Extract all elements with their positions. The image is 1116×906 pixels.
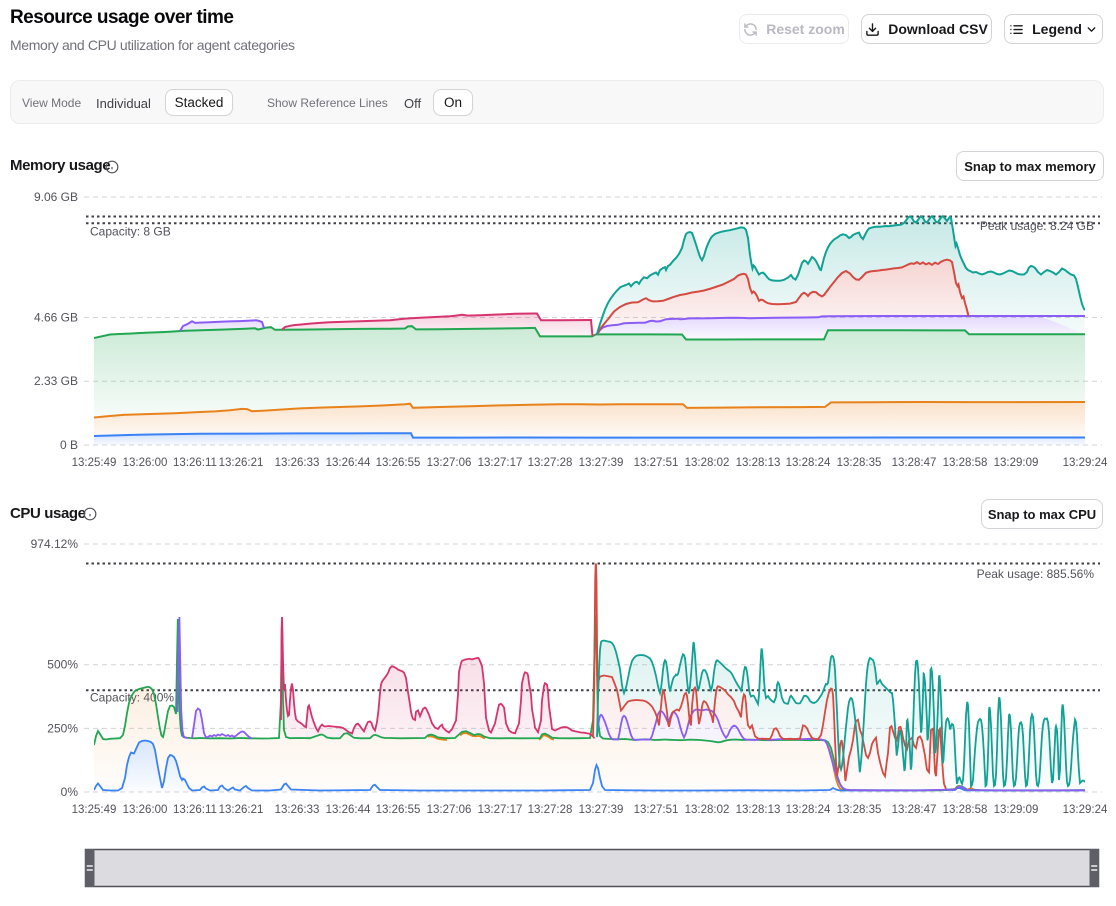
svg-text:500%: 500% [47, 658, 78, 672]
svg-text:13:27:28: 13:27:28 [528, 457, 573, 469]
svg-text:13:25:49: 13:25:49 [72, 804, 117, 816]
svg-text:13:28:13: 13:28:13 [736, 457, 781, 469]
svg-text:13:28:58: 13:28:58 [943, 804, 988, 816]
svg-text:Peak usage: 8.24 GB: Peak usage: 8.24 GB [980, 219, 1094, 233]
svg-text:13:26:33: 13:26:33 [275, 804, 320, 816]
svg-text:974.12%: 974.12% [31, 537, 79, 551]
svg-text:13:27:28: 13:27:28 [528, 804, 573, 816]
svg-text:Capacity: 8 GB: Capacity: 8 GB [90, 225, 171, 239]
svg-text:0 B: 0 B [60, 438, 78, 452]
svg-text:13:28:47: 13:28:47 [892, 457, 937, 469]
svg-text:13:26:21: 13:26:21 [219, 457, 264, 469]
svg-text:13:28:02: 13:28:02 [685, 804, 730, 816]
svg-text:9.06 GB: 9.06 GB [34, 190, 78, 204]
svg-text:13:27:39: 13:27:39 [579, 804, 624, 816]
svg-text:13:27:17: 13:27:17 [478, 804, 523, 816]
svg-text:13:26:00: 13:26:00 [123, 804, 168, 816]
svg-text:13:29:24: 13:29:24 [1063, 457, 1108, 469]
svg-text:13:29:09: 13:29:09 [994, 457, 1039, 469]
svg-text:13:27:51: 13:27:51 [634, 457, 679, 469]
svg-text:Peak usage: 885.56%: Peak usage: 885.56% [977, 567, 1095, 581]
svg-text:13:27:39: 13:27:39 [579, 457, 624, 469]
svg-text:13:28:13: 13:28:13 [736, 804, 781, 816]
svg-text:13:25:49: 13:25:49 [72, 457, 117, 469]
svg-text:13:28:58: 13:28:58 [943, 457, 988, 469]
svg-text:13:26:00: 13:26:00 [123, 457, 168, 469]
svg-text:13:28:24: 13:28:24 [786, 804, 831, 816]
svg-text:13:26:11: 13:26:11 [173, 457, 217, 469]
svg-text:0%: 0% [61, 785, 79, 799]
svg-text:13:28:47: 13:28:47 [892, 804, 937, 816]
svg-text:13:27:17: 13:27:17 [478, 457, 523, 469]
svg-text:13:28:24: 13:28:24 [786, 457, 831, 469]
svg-text:13:29:09: 13:29:09 [994, 804, 1039, 816]
svg-text:13:26:33: 13:26:33 [275, 457, 320, 469]
svg-text:13:26:44: 13:26:44 [326, 804, 371, 816]
svg-text:13:26:55: 13:26:55 [376, 804, 421, 816]
svg-text:2.33 GB: 2.33 GB [34, 374, 78, 388]
svg-text:13:27:51: 13:27:51 [634, 804, 679, 816]
svg-text:13:27:06: 13:27:06 [427, 804, 472, 816]
svg-text:13:26:21: 13:26:21 [219, 804, 264, 816]
svg-text:13:26:44: 13:26:44 [326, 457, 371, 469]
svg-text:250%: 250% [47, 721, 78, 735]
svg-text:13:27:06: 13:27:06 [427, 457, 472, 469]
svg-text:4.66 GB: 4.66 GB [34, 311, 78, 325]
svg-text:13:28:35: 13:28:35 [837, 457, 882, 469]
svg-text:13:28:02: 13:28:02 [685, 457, 730, 469]
svg-text:13:26:11: 13:26:11 [173, 804, 217, 816]
svg-text:13:28:35: 13:28:35 [837, 804, 882, 816]
svg-text:13:29:24: 13:29:24 [1063, 804, 1108, 816]
svg-text:13:26:55: 13:26:55 [376, 457, 421, 469]
